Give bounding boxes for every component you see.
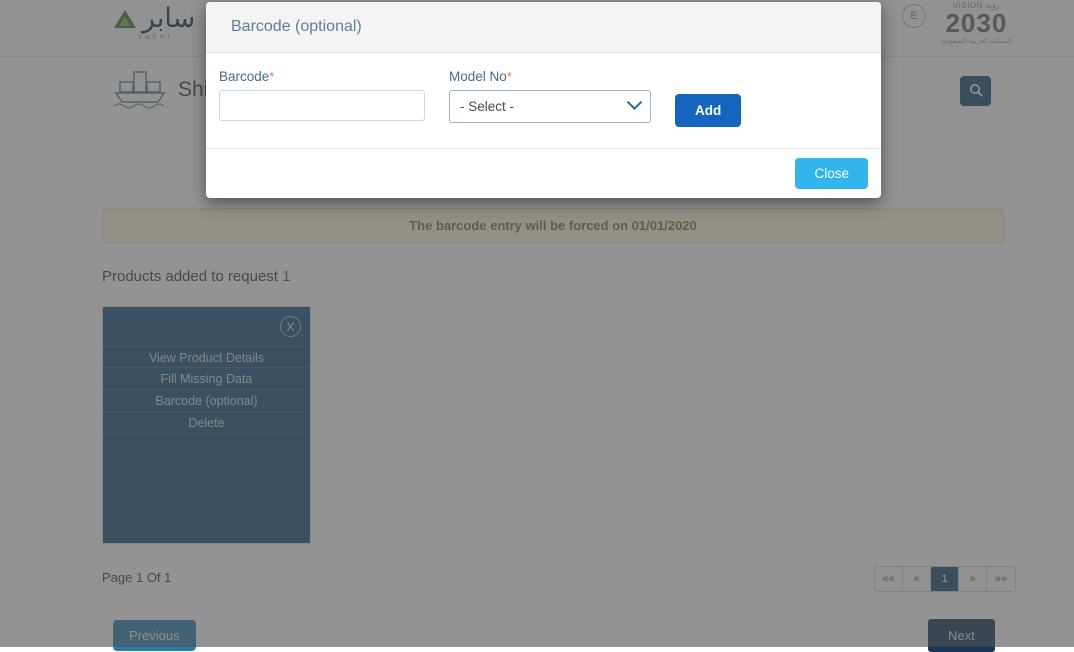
barcode-label: Barcode* bbox=[219, 69, 425, 84]
model-no-field-group: Model No* - Select - bbox=[449, 69, 651, 123]
barcode-field-group: Barcode* bbox=[219, 69, 425, 121]
barcode-required-mark: * bbox=[269, 69, 274, 84]
modal-header: Barcode (optional) bbox=[206, 2, 881, 53]
barcode-modal: Barcode (optional) Barcode* Model No* - … bbox=[206, 2, 881, 198]
modal-footer: Close bbox=[206, 148, 881, 197]
model-no-label: Model No* bbox=[449, 69, 651, 84]
model-no-select[interactable]: - Select - bbox=[449, 90, 651, 123]
modal-body: Barcode* Model No* - Select - Add bbox=[206, 53, 881, 148]
barcode-input[interactable] bbox=[219, 90, 425, 121]
model-no-required-mark: * bbox=[507, 69, 512, 84]
model-no-selected-value: - Select - bbox=[460, 99, 514, 114]
close-button[interactable]: Close bbox=[795, 158, 868, 189]
add-button[interactable]: Add bbox=[675, 94, 741, 127]
chevron-down-icon bbox=[627, 94, 643, 110]
model-no-label-text: Model No bbox=[449, 69, 507, 84]
modal-title: Barcode (optional) bbox=[231, 18, 362, 36]
barcode-label-text: Barcode bbox=[219, 69, 269, 84]
